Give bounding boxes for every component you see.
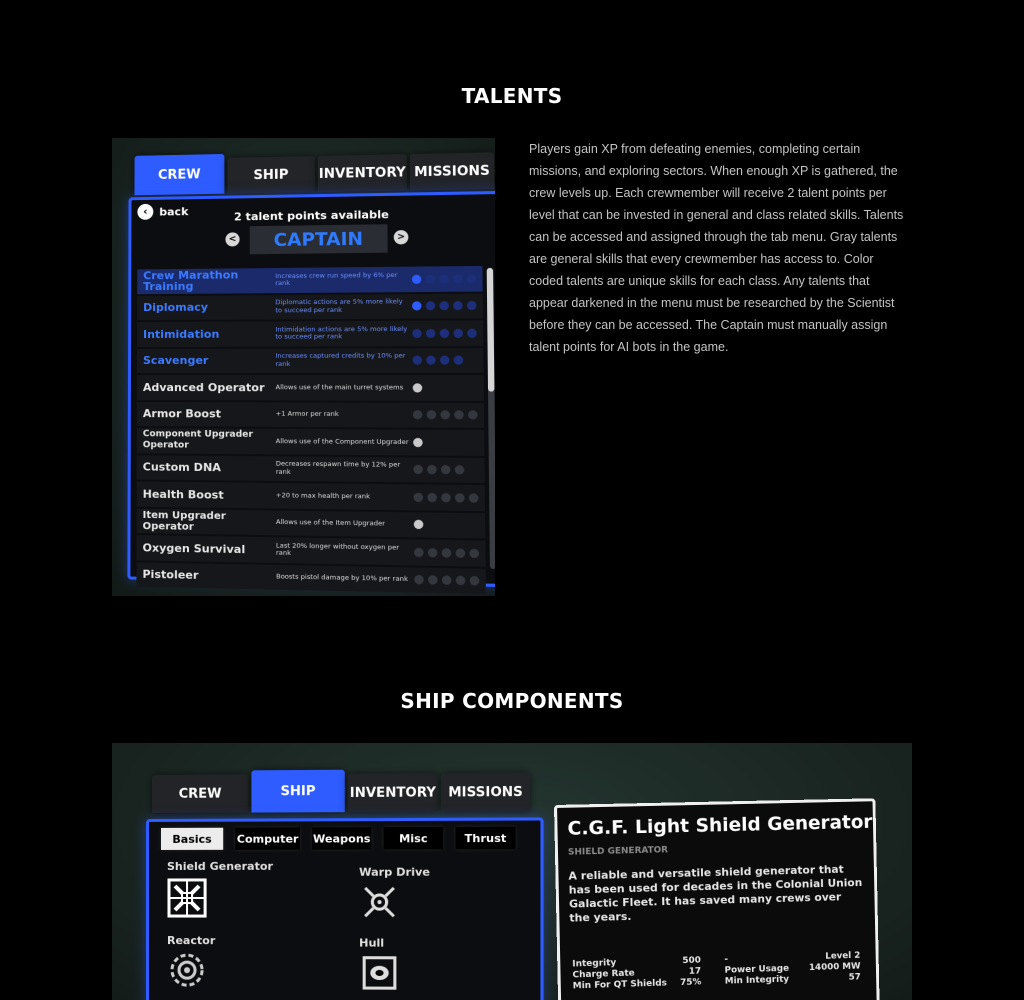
talent-desc: Diplomatic actions are 5% more likely to…: [275, 299, 408, 315]
talent-row[interactable]: Health Boost +20 to max health per rank: [137, 481, 485, 510]
talent-row[interactable]: Custom DNA Decreases respawn time by 12%…: [137, 455, 485, 483]
rank-dots: [408, 274, 477, 284]
talent-menu: CREW SHIP INVENTORY MISSIONS ‹ back 2 ta…: [127, 152, 495, 596]
scroll-thumb[interactable]: [487, 268, 495, 392]
rank-dots: [410, 575, 479, 586]
reactor-icon[interactable]: [167, 950, 207, 990]
talent-name: Armor Boost: [137, 408, 276, 420]
tab-ship[interactable]: SHIP: [227, 156, 314, 194]
stat-label: Min For QT Shields: [573, 978, 672, 992]
talents-section-title: TALENTS: [0, 84, 1024, 108]
talent-desc: Last 20% longer without oxygen per rank: [276, 542, 410, 560]
component-title: C.G.F. Light Shield Generator: [567, 811, 872, 840]
tab-crew[interactable]: CREW: [134, 154, 224, 195]
talent-desc: Decreases respawn time by 12% per rank: [276, 461, 409, 478]
talent-row[interactable]: Intimidation Intimidation actions are 5%…: [137, 320, 483, 346]
talent-name: Advanced Operator: [137, 382, 276, 393]
talent-row[interactable]: Diplomacy Diplomatic actions are 5% more…: [137, 293, 483, 320]
talent-name: Crew Marathon Training: [137, 269, 275, 292]
rank-dots: [408, 301, 477, 311]
talent-desc: Boosts pistol damage by 10% per rank: [276, 573, 410, 583]
subtab-basics[interactable]: Basics: [161, 828, 223, 850]
rank-dots: [409, 438, 423, 447]
talent-name: Oxygen Survival: [136, 542, 276, 556]
component-label-shield: Shield Generator: [167, 860, 273, 873]
talent-desc: Allows use of the main turret systems: [276, 384, 409, 392]
rank-dots: [410, 520, 424, 530]
talent-row[interactable]: Advanced Operator Allows use of the main…: [137, 375, 484, 400]
rank-dots: [409, 465, 464, 475]
talent-name: Intimidation: [137, 328, 275, 340]
component-label-warp: Warp Drive: [359, 866, 430, 879]
component-info-card: C.G.F. Light Shield Generator SHIELD GEN…: [554, 798, 880, 1000]
tab-missions[interactable]: MISSIONS: [441, 773, 530, 812]
sub-tabs: Basics Computer Weapons Misc Thrust: [161, 827, 516, 850]
talents-screenshot: CREW SHIP INVENTORY MISSIONS ‹ back 2 ta…: [112, 138, 495, 596]
next-class-button[interactable]: >: [394, 230, 409, 244]
component-label-hull: Hull: [359, 936, 384, 949]
tab-inventory[interactable]: INVENTORY: [318, 154, 407, 192]
talent-desc: +20 to max health per rank: [276, 492, 410, 501]
talent-name: Diplomacy: [137, 301, 275, 313]
stat-value: 57: [803, 972, 861, 985]
tab-inventory[interactable]: INVENTORY: [348, 773, 438, 812]
talent-row[interactable]: Component Upgrader Operator Allows use o…: [137, 428, 485, 455]
prev-class-button[interactable]: <: [225, 232, 239, 246]
tab-ship[interactable]: SHIP: [251, 770, 344, 813]
talent-row[interactable]: Crew Marathon Training Increases crew ru…: [137, 266, 483, 294]
class-name: CAPTAIN: [250, 224, 388, 254]
talent-name: Component Upgrader Operator: [137, 429, 276, 452]
main-tabs: CREW SHIP INVENTORY MISSIONS: [134, 152, 494, 195]
ship-components-screenshot: CREW SHIP INVENTORY MISSIONS Basics Comp…: [112, 743, 912, 1000]
hull-icon[interactable]: [359, 953, 400, 994]
talent-name: Scavenger: [137, 355, 276, 366]
talent-row[interactable]: Pistoleer Boosts pistol damage by 10% pe…: [136, 562, 486, 594]
talent-desc: Increases captured credits by 10% per ra…: [275, 353, 408, 368]
talent-desc: Allows use of the Component Upgrader: [276, 438, 409, 447]
shield-generator-icon[interactable]: [167, 878, 207, 918]
talent-name: Pistoleer: [136, 569, 276, 583]
rank-dots: [408, 328, 477, 337]
talent-name: Health Boost: [137, 488, 276, 501]
talent-desc: +1 Armor per rank: [276, 411, 409, 419]
rank-dots: [409, 492, 478, 502]
talents-description: Players gain XP from defeating enemies, …: [529, 138, 911, 358]
talent-desc: Intimidation actions are 5% more likely …: [275, 326, 408, 342]
ship-panel: Basics Computer Weapons Misc Thrust Shie…: [146, 817, 544, 1000]
component-stats: Integrity 500 - Level 2 Charge Rate 17 P…: [572, 951, 863, 993]
rank-dots: [409, 410, 478, 420]
rank-dots: [408, 356, 463, 365]
talent-row[interactable]: Oxygen Survival Last 20% longer without …: [136, 535, 485, 566]
talent-row[interactable]: Scavenger Increases captured credits by …: [137, 348, 484, 373]
main-tabs: CREW SHIP INVENTORY MISSIONS: [152, 773, 530, 813]
talent-desc: Increases crew run speed by 6% per rank: [275, 272, 407, 288]
subtab-weapons[interactable]: Weapons: [312, 827, 371, 849]
talent-row[interactable]: Armor Boost +1 Armor per rank: [137, 402, 484, 428]
component-description: A reliable and versatile shield generato…: [568, 862, 863, 925]
subtab-computer[interactable]: Computer: [235, 827, 300, 849]
subtab-thrust[interactable]: Thrust: [456, 827, 516, 850]
component-type: SHIELD GENERATOR: [568, 845, 668, 857]
talent-list: Crew Marathon Training Increases crew ru…: [136, 266, 486, 596]
warp-drive-icon[interactable]: [359, 882, 400, 923]
rank-dots: [410, 547, 479, 558]
subtab-misc[interactable]: Misc: [384, 827, 444, 849]
stat-label: Min Integrity: [701, 974, 803, 988]
tab-crew[interactable]: CREW: [152, 774, 248, 813]
rank-dots: [408, 383, 422, 392]
talent-name: Item Upgrader Operator: [137, 510, 276, 534]
talent-desc: Allows use of the Item Upgrader: [276, 519, 410, 529]
talent-name: Custom DNA: [137, 462, 276, 474]
component-label-reactor: Reactor: [167, 934, 215, 947]
talent-row[interactable]: Item Upgrader Operator Allows use of the…: [137, 508, 486, 538]
talent-panel: ‹ back 2 talent points available < CAPTA…: [127, 191, 495, 587]
ship-section-title: SHIP COMPONENTS: [0, 689, 1024, 713]
stat-value: 75%: [672, 977, 702, 989]
tab-missions[interactable]: MISSIONS: [410, 152, 494, 190]
talent-scrollbar[interactable]: [487, 268, 495, 569]
ship-menu: CREW SHIP INVENTORY MISSIONS Basics Comp…: [146, 772, 544, 1000]
